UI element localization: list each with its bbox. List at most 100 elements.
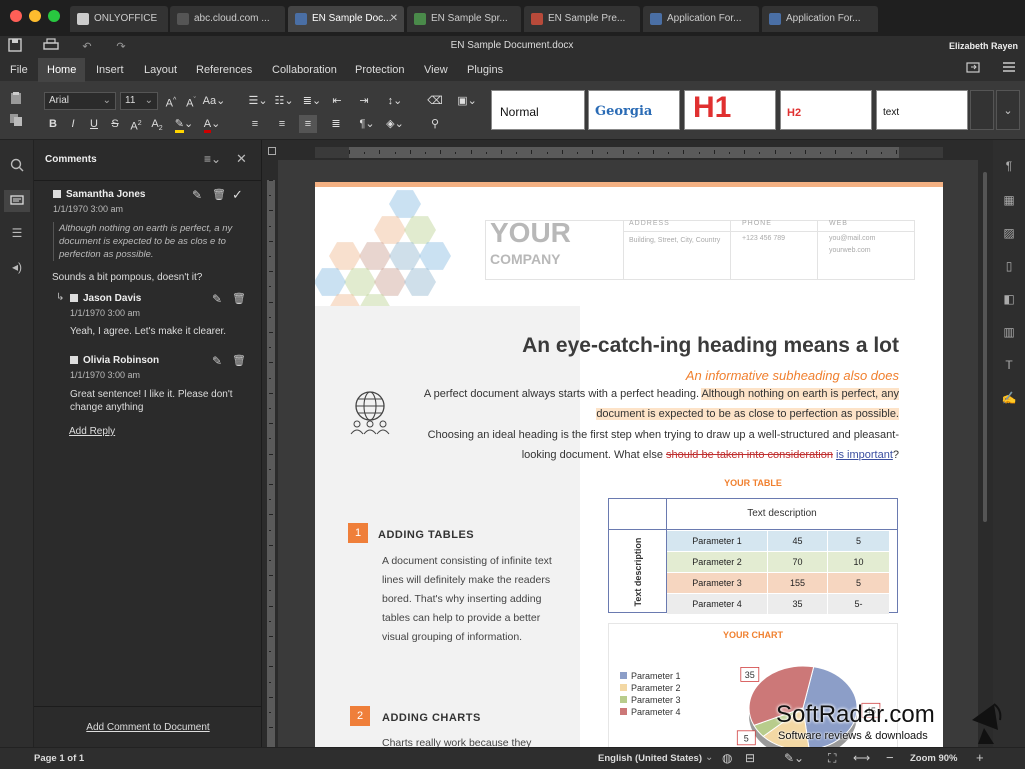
table-row[interactable]: Parameter 1 45 5 [667, 531, 889, 551]
sample-table[interactable]: Text description Text description Parame… [608, 498, 898, 614]
delete-reply-icon[interactable]: 🗑 [232, 354, 246, 367]
table-row[interactable]: Parameter 2 70 10 [667, 552, 889, 572]
window-tab[interactable]: Application For... [762, 6, 878, 32]
language-select[interactable]: English (United States) [598, 753, 702, 764]
superscript-icon[interactable]: A2 [127, 115, 145, 133]
color-scheme-icon[interactable]: ▣⌄ [455, 92, 479, 110]
paragraph-1[interactable]: A perfect document always starts with a … [421, 384, 899, 424]
decrease-indent-icon[interactable]: ⇤ [328, 92, 346, 110]
styles-expand-icon[interactable]: ⌄ [996, 90, 1020, 130]
close-window-button[interactable] [10, 10, 22, 22]
add-comment-to-document-link[interactable]: Add Comment to Document [34, 722, 262, 733]
print-icon[interactable] [42, 38, 60, 56]
paragraph-settings-icon[interactable]: ¶ [1001, 158, 1017, 174]
edit-comment-icon[interactable]: ✎ [192, 188, 202, 202]
menu-plugins[interactable]: Plugins [459, 58, 511, 82]
horizontal-ruler[interactable] [265, 144, 945, 160]
multilevel-list-icon[interactable]: ≣⌄ [300, 92, 324, 110]
sort-comments-icon[interactable]: ≡⌄ [204, 152, 221, 166]
font-color-icon[interactable]: A⌄ [200, 115, 224, 133]
copy-icon[interactable] [7, 113, 25, 131]
italic-icon[interactable]: I [64, 115, 82, 133]
menu-references[interactable]: References [188, 58, 260, 82]
font-size-select[interactable]: 11 ⌄ [120, 92, 158, 110]
window-tab[interactable]: Application For... [643, 6, 759, 32]
save-icon[interactable] [6, 38, 24, 56]
subscript-icon[interactable]: A2 [148, 115, 166, 133]
close-comments-icon[interactable]: ✕ [236, 151, 247, 167]
header-footer-settings-icon[interactable]: ▯ [1001, 258, 1017, 274]
style-text[interactable]: text [876, 90, 968, 130]
document-page[interactable]: YOUR COMPANY ADDRESS Building, Street, C… [315, 182, 943, 747]
underline-icon[interactable]: U [85, 115, 103, 133]
styles-scroll[interactable] [970, 90, 994, 130]
comments-icon[interactable] [4, 190, 30, 212]
style-georgia[interactable]: Georgia [588, 90, 680, 130]
bold-icon[interactable]: B [44, 115, 62, 133]
menu-layout[interactable]: Layout [136, 58, 185, 82]
window-tab[interactable]: EN Sample Doc... ✕ [288, 6, 404, 32]
menu-file[interactable]: File [2, 58, 36, 82]
tab-selector-icon[interactable] [268, 147, 276, 155]
shape-settings-icon[interactable]: ◧ [1001, 291, 1017, 307]
menu-view[interactable]: View [416, 58, 456, 82]
clear-style-icon[interactable]: ⌫ [426, 92, 444, 110]
signature-settings-icon[interactable]: ✍ [1001, 390, 1017, 406]
track-changes-icon[interactable]: ✎⌄ [784, 751, 804, 765]
spell-check-icon[interactable]: ◍ [722, 751, 732, 765]
change-case-icon[interactable]: Aa⌄ [202, 92, 226, 110]
numbering-icon[interactable]: ☷⌄ [272, 92, 296, 110]
vertical-ruler[interactable] [265, 160, 277, 747]
menu-insert[interactable]: Insert [88, 58, 132, 82]
feedback-icon[interactable]: ◂) [8, 258, 26, 276]
decrease-font-icon[interactable]: Aˇ [182, 92, 200, 110]
font-name-select[interactable]: Arial ⌄ [44, 92, 116, 110]
paragraph-2[interactable]: Choosing an ideal heading is the first s… [421, 425, 899, 465]
window-tab[interactable]: ONLYOFFICE [70, 6, 168, 32]
table-settings-icon[interactable]: ▦ [1001, 192, 1017, 208]
shading-icon[interactable]: ◈⌄ [383, 115, 407, 133]
image-settings-icon[interactable]: ▨ [1001, 225, 1017, 241]
align-left-icon[interactable]: ≡ [246, 115, 264, 133]
align-right-icon[interactable]: ≡ [299, 115, 317, 133]
align-center-icon[interactable]: ≡ [273, 115, 291, 133]
window-tab[interactable]: EN Sample Spr... [407, 6, 521, 32]
fit-width-icon[interactable]: ⟷ [853, 751, 870, 765]
table-row[interactable]: Parameter 4 35 5- [667, 594, 889, 614]
table-row[interactable]: Parameter 3 155 5 [667, 573, 889, 593]
redo-icon[interactable]: ↷ [112, 38, 130, 56]
zoom-in-icon[interactable]: + [976, 750, 984, 765]
edit-reply-icon[interactable]: ✎ [212, 354, 222, 368]
increase-indent-icon[interactable]: ⇥ [355, 92, 373, 110]
window-tab[interactable]: abc.cloud.com ... [170, 6, 285, 32]
document-language-icon[interactable]: ⊟ [745, 751, 755, 765]
vertical-scrollbar[interactable] [980, 160, 990, 747]
textart-settings-icon[interactable]: T [1001, 357, 1017, 373]
minimize-window-button[interactable] [29, 10, 41, 22]
delete-comment-icon[interactable]: 🗑 [212, 188, 226, 201]
menu-home[interactable]: Home [38, 58, 86, 82]
resolve-comment-icon[interactable]: ✓ [232, 187, 243, 203]
copy-style-icon[interactable]: ⚲ [426, 115, 444, 133]
open-location-icon[interactable] [964, 61, 982, 79]
justify-icon[interactable]: ≣ [327, 115, 345, 133]
paste-icon[interactable] [7, 91, 25, 109]
style-normal[interactable]: Normal [491, 90, 585, 130]
strikethrough-icon[interactable]: S [106, 115, 124, 133]
increase-font-icon[interactable]: A^ [162, 92, 180, 110]
search-icon[interactable] [8, 158, 26, 176]
navigation-icon[interactable]: ☰ [8, 224, 26, 242]
delete-reply-icon[interactable]: 🗑 [232, 292, 246, 305]
scrollbar-thumb[interactable] [983, 172, 987, 522]
bullets-icon[interactable]: ☰⌄ [246, 92, 270, 110]
page-counter[interactable]: Page 1 of 1 [34, 753, 84, 764]
add-reply-link[interactable]: Add Reply [69, 426, 115, 437]
menu-protection[interactable]: Protection [347, 58, 413, 82]
menu-collaboration[interactable]: Collaboration [264, 58, 345, 82]
nonprinting-characters-icon[interactable]: ¶⌄ [355, 115, 379, 133]
hamburger-menu-icon[interactable] [1000, 61, 1018, 79]
line-spacing-icon[interactable]: ↕⌄ [383, 92, 407, 110]
fit-page-icon[interactable]: ⛶ [828, 751, 836, 766]
edit-reply-icon[interactable]: ✎ [212, 292, 222, 306]
highlight-color-icon[interactable]: ✎⌄ [172, 115, 196, 133]
